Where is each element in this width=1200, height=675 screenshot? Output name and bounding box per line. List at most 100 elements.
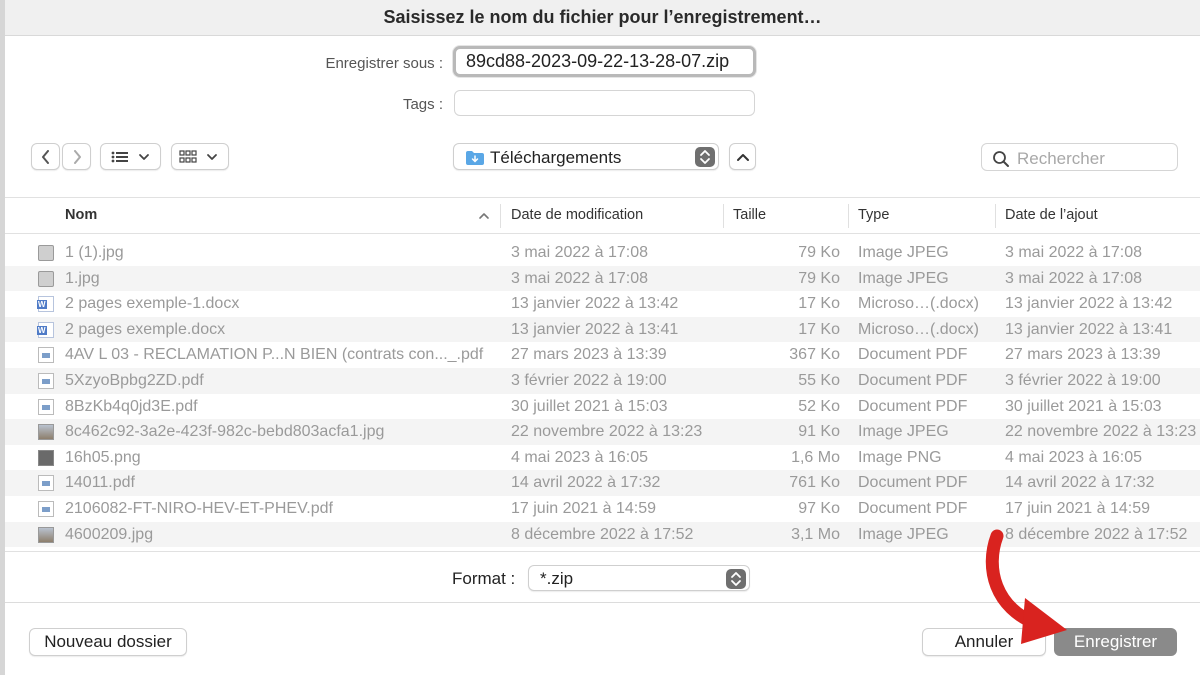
chevron-left-icon [41,149,49,164]
word-file-icon [37,321,54,338]
new-folder-button[interactable]: Nouveau dossier [29,628,187,656]
jpg-file-icon [38,245,54,261]
table-row[interactable]: 1.jpg 3 mai 2022 à 17:08 79 Ko Image JPEG 3 … [5,265,1200,292]
file-type: Image JPEG [858,269,949,287]
file-size: 79 Ko [798,244,840,261]
file-type: Image JPEG [858,423,949,441]
column-name[interactable]: Nom [65,207,97,223]
file-type: Document PDF [858,474,968,492]
file-size: 17 Ko [798,320,840,338]
tags-input[interactable] [454,90,755,116]
list-bottom-divider [5,551,1200,552]
file-type: Microso…(.docx) [858,295,979,313]
file-name: 8BzKb4q0jd3E.pdf [65,397,198,415]
file-modified: 13 janvier 2022 à 13:42 [511,295,679,313]
list-view-icon [111,151,149,162]
file-name: 14011.pdf [65,474,135,492]
file-size: 79 Ko [798,269,840,287]
file-size: 52 Ko [798,397,840,415]
word-file-icon [37,296,54,313]
file-date-added: 8 décembre 2022 à 17:52 [1005,525,1188,543]
search-icon [993,151,1009,167]
file-size: 97 Ko [798,499,840,517]
table-row[interactable]: 2 pages exemple-1.docx 13 janvier 2022 à … [5,291,1200,317]
file-size: 1,6 Mo [791,448,840,466]
file-date-added: 30 juillet 2021 à 15:03 [1005,397,1162,415]
file-modified: 22 novembre 2022 à 13:23 [511,423,703,441]
file-rows: 1 (1).jpg 3 mai 2022 à 17:08 79 Ko Image JP… [5,240,1200,548]
file-size: 761 Ko [789,474,840,492]
search-placeholder: Rechercher [1017,149,1105,168]
table-row[interactable]: 16h05.png 4 mai 2023 à 16:05 1,6 Mo Image P… [5,445,1200,471]
file-date-added: 27 mars 2023 à 13:39 [1005,346,1161,364]
file-type: Image JPEG [858,244,949,261]
file-name: 2106082-FT-NIRO-HEV-ET-PHEV.pdf [65,499,333,517]
file-size: 55 Ko [798,371,840,389]
table-row[interactable]: 8BzKb4q0jd3E.pdf 30 juillet 2021 à 15:03 5… [5,394,1200,420]
file-name: 4600209.jpg [65,525,154,543]
file-name: 8c462c92-3a2e-423f-982c-bebd803acfa1.jpg [65,423,385,441]
forward-button[interactable] [62,143,91,170]
table-row[interactable]: 2106082-FT-NIRO-HEV-ET-PHEV.pdf 17 juin 2… [5,496,1200,522]
table-row[interactable]: 4AV L 03 - RECLAMATION P...N BIEN (contr… [5,342,1200,368]
file-name: 16h05.png [65,448,141,466]
list-view-button[interactable] [100,143,161,170]
file-modified: 13 janvier 2022 à 13:41 [511,320,679,338]
file-modified: 30 juillet 2021 à 15:03 [511,397,668,415]
collapse-button[interactable] [729,143,756,170]
location-popup[interactable]: Téléchargements [453,143,719,170]
search-field[interactable]: Rechercher [981,143,1178,171]
file-date-added: 22 novembre 2022 à 13:23 [1005,423,1197,441]
file-date-added: 3 février 2022 à 19:00 [1005,371,1161,389]
back-button[interactable] [31,143,60,170]
save-button[interactable]: Enregistrer [1054,628,1177,656]
file-type: Document PDF [858,346,968,364]
file-modified: 8 décembre 2022 à 17:52 [511,525,694,543]
column-size[interactable]: Taille [733,207,766,223]
file-date-added: 17 juin 2021 à 14:59 [1005,499,1151,517]
popup-stepper-icon [726,569,746,589]
dialog-title: Saisissez le nom du fichier pour l’enreg… [5,0,1200,36]
file-size: 17 Ko [798,295,840,313]
file-modified: 27 mars 2023 à 13:39 [511,346,667,364]
format-select[interactable]: *.zip [528,565,750,591]
file-date-added: 14 avril 2022 à 17:32 [1005,474,1155,492]
file-name: 1 (1).jpg [65,244,124,261]
file-modified: 3 mai 2022 à 17:08 [511,269,648,287]
footer-divider [5,602,1200,603]
file-name: 4AV L 03 - RECLAMATION P...N BIEN (contr… [65,346,484,364]
column-modified[interactable]: Date de modification [511,207,643,223]
file-modified: 3 février 2022 à 19:00 [511,371,667,389]
group-by-button[interactable] [171,143,229,170]
file-size: 3,1 Mo [791,525,840,543]
file-date-added: 13 janvier 2022 à 13:41 [1005,320,1173,338]
filename-input[interactable] [453,46,756,77]
table-row[interactable]: 4600209.jpg 8 décembre 2022 à 17:52 3,1 Mo… [5,521,1200,548]
table-row[interactable]: 5XzyoBpbg2ZD.pdf 3 février 2022 à 19:00 55… [5,367,1200,394]
tags-label: Tags : [402,96,443,113]
grid-view-icon [179,149,217,163]
save-as-label: Enregistrer sous : [325,55,443,72]
file-modified: 17 juin 2021 à 14:59 [511,499,657,517]
file-type: Document PDF [858,397,968,415]
pdf-file-icon [38,372,54,389]
column-type[interactable]: Type [858,207,889,223]
column-date-added[interactable]: Date de l’ajout [1005,207,1098,223]
table-row[interactable]: 8c462c92-3a2e-423f-982c-bebd803acfa1.jpg… [5,419,1200,445]
list-header: Nom Date de modification Taille Type Dat… [5,198,1200,234]
column-separator [848,204,849,228]
file-size: 367 Ko [789,346,840,364]
location-label: Téléchargements [490,148,622,167]
save-dialog: Saisissez le nom du fichier pour l’enreg… [0,0,1200,675]
file-modified: 14 avril 2022 à 17:32 [511,474,661,492]
table-row[interactable]: 14011.pdf 14 avril 2022 à 17:32 761 Ko Docu… [5,470,1200,496]
table-row[interactable]: 2 pages exemple.docx 13 janvier 2022 à 13… [5,316,1200,343]
file-name: 2 pages exemple-1.docx [65,295,240,313]
cancel-button[interactable]: Annuler [922,628,1046,656]
file-type: Image JPEG [858,525,949,543]
file-list[interactable]: Nom Date de modification Taille Type Dat… [5,197,1200,551]
table-row[interactable]: 1 (1).jpg 3 mai 2022 à 17:08 79 Ko Image JP… [5,240,1200,266]
pdf-file-icon [38,500,54,517]
pdf-file-icon [38,475,54,492]
chevron-right-icon [73,149,81,164]
